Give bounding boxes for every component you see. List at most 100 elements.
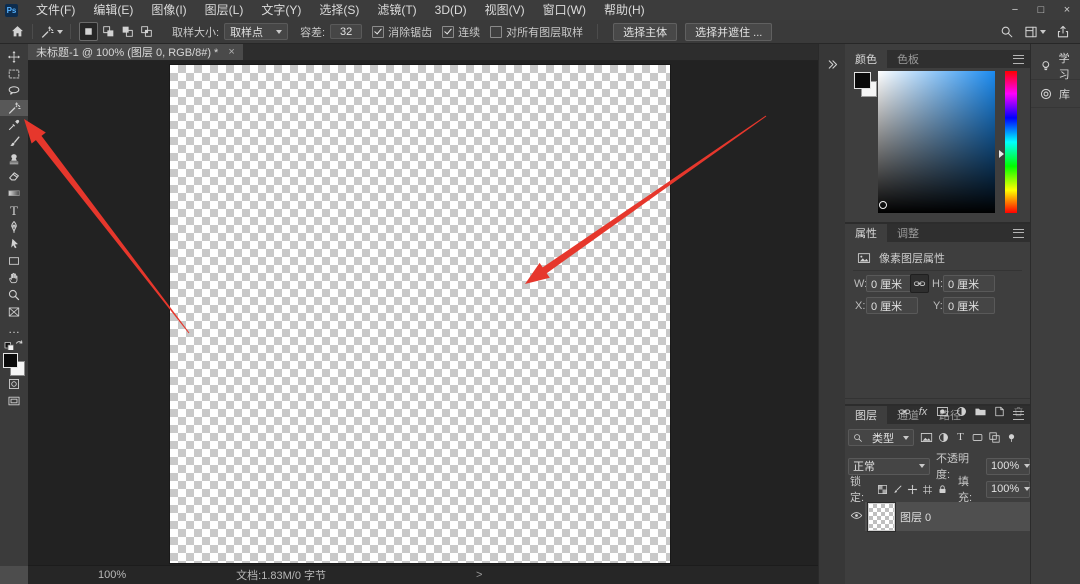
new-adjustment-layer-icon[interactable] xyxy=(954,405,968,418)
layer-name[interactable]: 图层 0 xyxy=(900,509,931,525)
new-layer-icon[interactable] xyxy=(992,405,1006,418)
direct-selection-tool[interactable] xyxy=(0,236,28,252)
contiguous-checkbox[interactable]: 连续 xyxy=(442,24,480,40)
intersect-selection-mode-button[interactable] xyxy=(138,23,155,40)
menu-3d[interactable]: 3D(D) xyxy=(426,0,476,20)
tolerance-input[interactable] xyxy=(330,24,362,39)
delete-layer-trash-icon[interactable] xyxy=(1011,405,1025,418)
brush-tool[interactable] xyxy=(0,134,28,150)
layer-visibility-eye-icon[interactable] xyxy=(850,509,863,522)
layer-style-fx-icon[interactable]: fx xyxy=(916,406,930,418)
home-icon[interactable] xyxy=(10,24,25,39)
tab-adjustments[interactable]: 调整 xyxy=(887,224,929,242)
menu-layer[interactable]: 图层(L) xyxy=(196,0,253,20)
canvas-workspace[interactable] xyxy=(28,61,818,565)
blend-mode-dropdown[interactable]: 正常 xyxy=(848,458,930,475)
foreground-color-swatch[interactable] xyxy=(3,353,18,368)
maximize-button[interactable]: □ xyxy=(1028,1,1054,20)
hue-slider-cursor[interactable] xyxy=(999,150,1004,158)
panel-menu-icon[interactable] xyxy=(1013,229,1024,238)
opacity-dropdown[interactable]: 100% xyxy=(986,458,1030,475)
add-to-selection-mode-button[interactable] xyxy=(100,23,117,40)
menu-filter[interactable]: 滤镜(T) xyxy=(368,0,425,20)
lock-position-icon[interactable] xyxy=(905,484,920,495)
panel-menu-icon[interactable] xyxy=(1013,55,1024,64)
tab-color[interactable]: 颜色 xyxy=(845,50,887,68)
workspace-switcher-icon[interactable] xyxy=(1024,25,1046,39)
foreground-background-swatches[interactable] xyxy=(3,353,25,376)
clone-stamp-tool[interactable] xyxy=(0,151,28,167)
height-field[interactable]: 0 厘米 xyxy=(943,275,995,292)
quick-mask-mode-button[interactable] xyxy=(0,376,28,392)
layer-filter-kind-dropdown[interactable]: 类型 xyxy=(848,429,914,446)
rectangle-tool[interactable] xyxy=(0,253,28,269)
search-icon[interactable] xyxy=(1000,25,1014,39)
close-button[interactable]: × xyxy=(1054,1,1080,20)
menu-edit[interactable]: 编辑(E) xyxy=(84,0,142,20)
document-tab[interactable]: 未标题-1 @ 100% (图层 0, RGB/8#) * × xyxy=(28,44,243,60)
link-dimensions-icon[interactable] xyxy=(910,274,929,293)
pen-tool[interactable] xyxy=(0,219,28,235)
status-zoom-field[interactable]: 100% xyxy=(98,569,126,581)
filter-adjustment-layers-icon[interactable] xyxy=(935,431,952,444)
new-selection-mode-button[interactable] xyxy=(79,22,98,41)
menu-type[interactable]: 文字(Y) xyxy=(252,0,310,20)
saturation-brightness-field[interactable] xyxy=(878,71,995,213)
eyedropper-tool[interactable] xyxy=(0,117,28,133)
status-chevron-icon[interactable]: > xyxy=(476,569,482,581)
sample-size-dropdown[interactable]: 取样点 xyxy=(224,23,288,40)
type-tool[interactable]: T xyxy=(0,202,28,218)
layer-thumbnail[interactable] xyxy=(868,503,895,531)
hue-slider[interactable] xyxy=(1005,71,1017,213)
magic-wand-tool[interactable] xyxy=(0,100,28,116)
more-tools-ellipsis-icon[interactable]: … xyxy=(0,321,28,337)
menu-image[interactable]: 图像(I) xyxy=(142,0,195,20)
minimize-button[interactable]: − xyxy=(1002,1,1028,20)
lasso-tool[interactable] xyxy=(0,83,28,99)
menu-help[interactable]: 帮助(H) xyxy=(595,0,654,20)
filter-type-layers-icon[interactable]: T xyxy=(952,432,969,443)
eraser-tool[interactable] xyxy=(0,168,28,184)
color-picker-cursor[interactable] xyxy=(879,201,887,209)
move-tool[interactable] xyxy=(0,49,28,65)
filter-smart-objects-icon[interactable] xyxy=(986,431,1003,444)
default-and-swap-colors-icon[interactable] xyxy=(0,338,28,350)
canvas-transparent-checkerboard[interactable] xyxy=(170,65,670,563)
fill-dropdown[interactable]: 100% xyxy=(986,481,1030,498)
libraries-panel-button[interactable]: 库 xyxy=(1031,80,1080,108)
select-subject-button[interactable]: 选择主体 xyxy=(613,23,677,41)
select-and-mask-button[interactable]: 选择并遮住 ... xyxy=(685,23,772,41)
menu-file[interactable]: 文件(F) xyxy=(27,0,84,20)
expand-panels-icon[interactable] xyxy=(825,56,841,72)
lock-all-icon[interactable] xyxy=(935,484,950,495)
learn-panel-button[interactable]: 学习 xyxy=(1031,52,1080,80)
lock-image-pixels-icon[interactable] xyxy=(890,484,905,495)
tab-swatches[interactable]: 色板 xyxy=(887,50,929,68)
gradient-tool[interactable] xyxy=(0,185,28,201)
lock-artboard-icon[interactable] xyxy=(920,484,935,495)
anti-alias-checkbox[interactable]: 消除锯齿 xyxy=(372,24,432,40)
link-layers-icon[interactable] xyxy=(897,405,911,418)
filter-shape-layers-icon[interactable] xyxy=(969,431,986,444)
menu-window[interactable]: 窗口(W) xyxy=(534,0,595,20)
add-layer-mask-icon[interactable] xyxy=(935,405,949,418)
tab-close-icon[interactable]: × xyxy=(228,47,234,58)
sample-all-layers-checkbox[interactable]: 对所有图层取样 xyxy=(490,24,583,40)
x-field[interactable]: 0 厘米 xyxy=(866,297,918,314)
subtract-from-selection-mode-button[interactable] xyxy=(119,23,136,40)
y-field[interactable]: 0 厘米 xyxy=(943,297,995,314)
frame-tool[interactable] xyxy=(0,304,28,320)
tab-properties[interactable]: 属性 xyxy=(845,224,887,242)
hand-tool[interactable] xyxy=(0,270,28,286)
screen-mode-button[interactable] xyxy=(0,393,28,409)
lock-transparent-pixels-icon[interactable] xyxy=(875,484,890,495)
rectangular-marquee-tool[interactable] xyxy=(0,66,28,82)
magic-wand-tool-icon[interactable] xyxy=(40,25,63,39)
share-icon[interactable] xyxy=(1056,25,1070,39)
foreground-color-swatch[interactable] xyxy=(854,72,871,89)
layer-filter-toggle-icon[interactable] xyxy=(1003,431,1020,444)
menu-select[interactable]: 选择(S) xyxy=(310,0,368,20)
new-group-folder-icon[interactable] xyxy=(973,405,987,418)
zoom-tool[interactable] xyxy=(0,287,28,303)
menu-view[interactable]: 视图(V) xyxy=(476,0,534,20)
